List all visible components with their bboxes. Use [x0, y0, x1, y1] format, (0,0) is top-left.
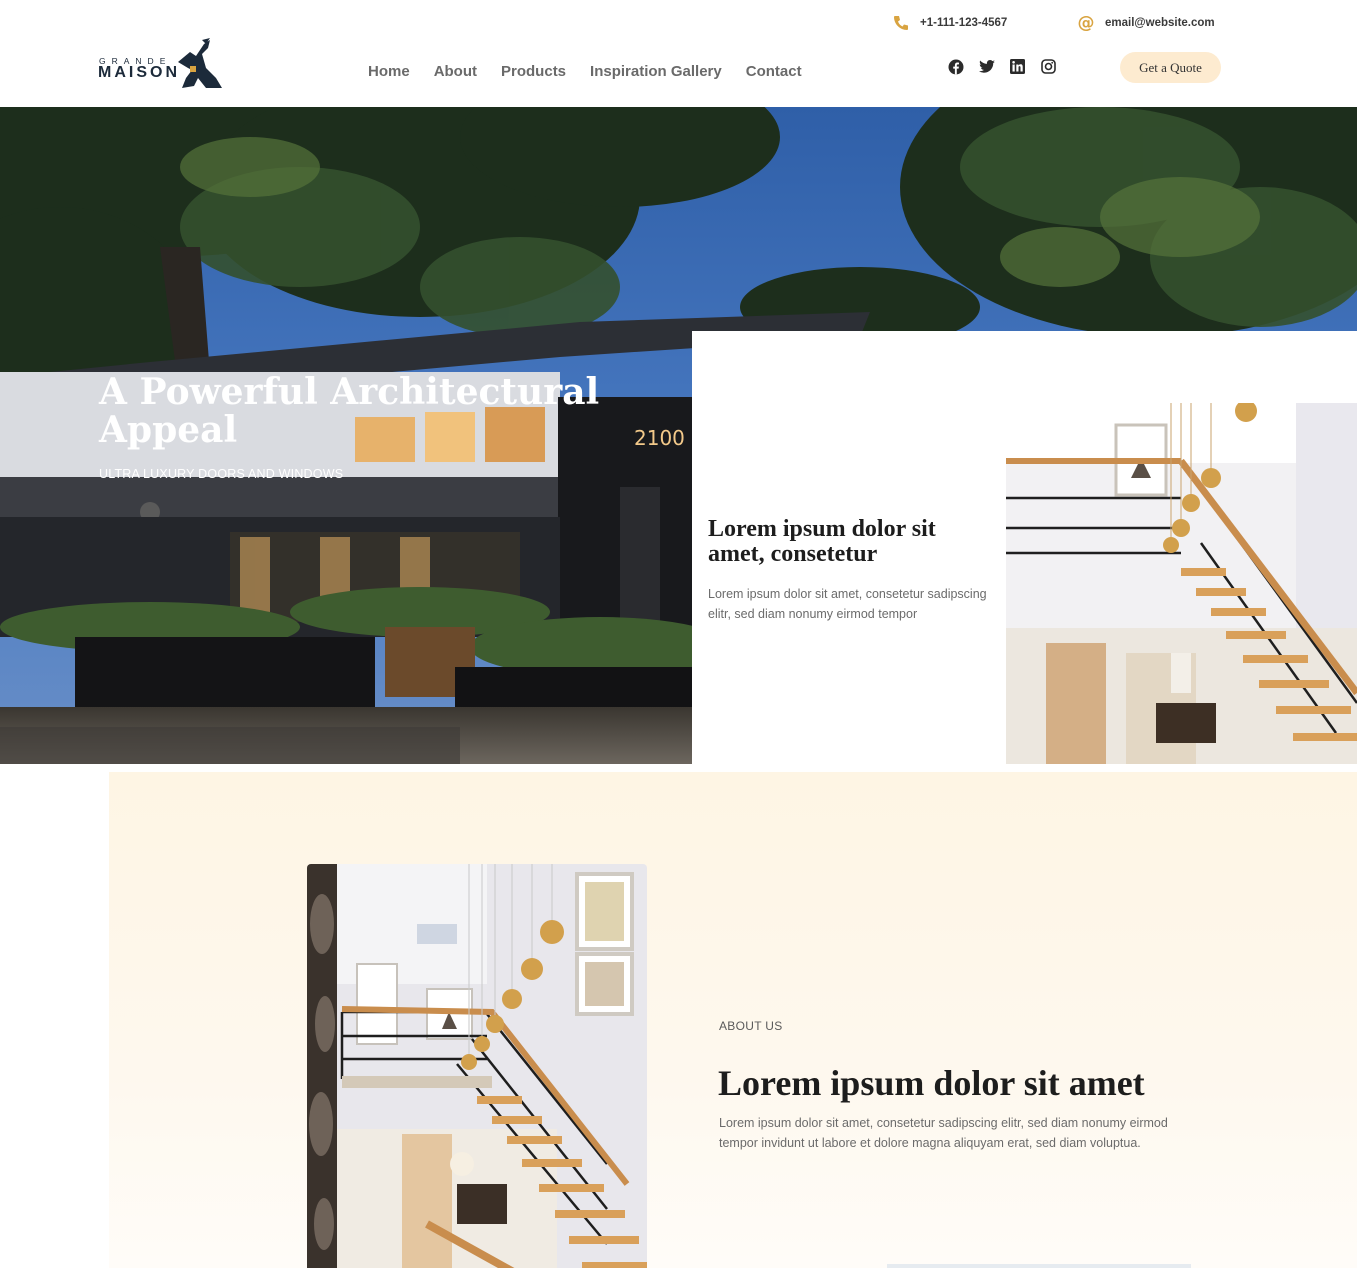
- twitter-icon[interactable]: [978, 58, 995, 75]
- about-bottom-strip: [887, 1264, 1191, 1268]
- main-nav: Home About Products Inspiration Gallery …: [356, 60, 814, 84]
- hero-section: 2100 A Powerful Architectural Appeal ULT…: [0, 107, 1357, 764]
- email-address: email@website.com: [1105, 17, 1215, 29]
- topbar-email[interactable]: @ email@website.com: [1077, 13, 1215, 33]
- about-section: ABOUT US Lorem ipsum dolor sit amet Lore…: [109, 772, 1357, 1268]
- nav-about[interactable]: About: [422, 60, 489, 84]
- about-staircase-image: [307, 864, 647, 1268]
- instagram-icon[interactable]: [1040, 58, 1057, 75]
- topbar-phone[interactable]: +1-111-123-4567: [892, 14, 1007, 32]
- svg-text:2100: 2100: [634, 426, 685, 450]
- feature-card-text: Lorem ipsum dolor sit amet, consetetur s…: [708, 587, 987, 621]
- about-text: Lorem ipsum dolor sit amet, consetetur s…: [719, 1116, 1168, 1150]
- feature-card-title: Lorem ipsum dolor sit amet, consetetur: [708, 516, 936, 567]
- brand-logo[interactable]: GRANDE MAISON: [98, 38, 224, 92]
- social-links: [947, 58, 1057, 75]
- logo-main-text: MAISON: [98, 64, 180, 81]
- about-title: Lorem ipsum dolor sit amet: [718, 1063, 1145, 1103]
- nav-home[interactable]: Home: [356, 60, 422, 84]
- at-icon: @: [1077, 13, 1095, 33]
- about-eyebrow: ABOUT US: [719, 1019, 783, 1033]
- linkedin-icon[interactable]: [1009, 58, 1026, 75]
- staircase-image: [1006, 403, 1357, 764]
- phone-number: +1-111-123-4567: [920, 17, 1008, 29]
- nav-contact[interactable]: Contact: [734, 60, 814, 84]
- logo-mark-icon: [178, 38, 222, 88]
- hero-subtitle: ULTRA LUXURY DOORS AND WINDOWS: [99, 467, 344, 481]
- phone-icon: [892, 14, 910, 32]
- facebook-icon[interactable]: [947, 58, 964, 75]
- hero-title: A Powerful Architectural Appeal: [99, 371, 600, 451]
- nav-products[interactable]: Products: [489, 60, 578, 84]
- nav-inspiration-gallery[interactable]: Inspiration Gallery: [578, 60, 734, 84]
- site-header: GRANDE MAISON +1-111-123-4567 @ email@we…: [0, 0, 1357, 107]
- hero-feature-card: Lorem ipsum dolor sit amet, consetetur L…: [692, 331, 1357, 764]
- get-a-quote-button[interactable]: Get a Quote: [1120, 52, 1221, 83]
